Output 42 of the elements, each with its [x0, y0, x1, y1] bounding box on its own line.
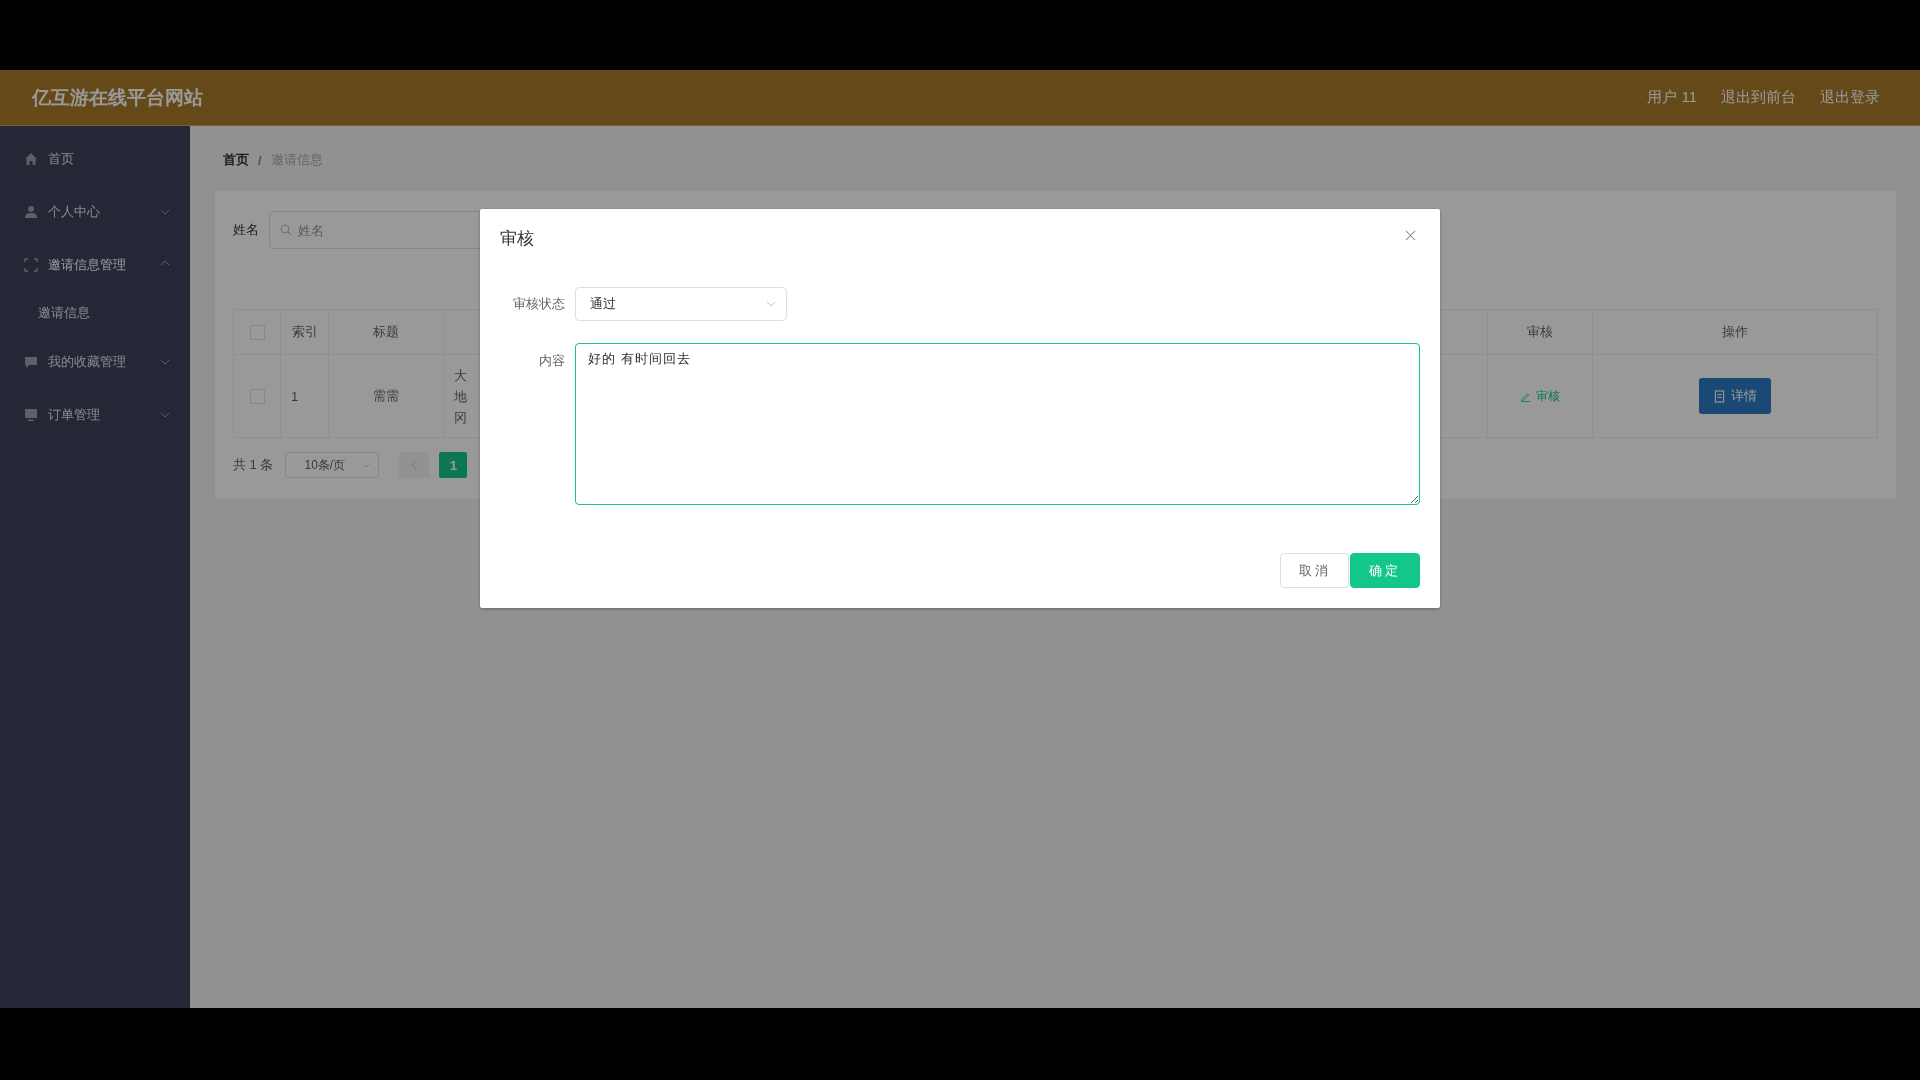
breadcrumb-item[interactable]: 首页: [223, 151, 249, 169]
header-link[interactable]: 退出登录: [1820, 88, 1880, 107]
menu-item[interactable]: 邀请信息管理: [0, 238, 190, 291]
monitor-icon: [24, 407, 38, 422]
header-link[interactable]: 用户 11: [1647, 88, 1697, 107]
submenu-item[interactable]: 邀请信息: [0, 291, 190, 335]
menu-item[interactable]: 订单管理: [0, 388, 190, 441]
site-title: 亿互游在线平台网站: [32, 85, 203, 110]
search-label: 姓名: [233, 221, 259, 239]
detail-button[interactable]: 详情: [1699, 378, 1771, 414]
frame-icon: [24, 257, 38, 272]
table-cell: 1: [280, 354, 329, 438]
user-icon: [24, 204, 38, 219]
document-icon: [1713, 389, 1725, 403]
column-header: 审核: [1487, 309, 1593, 355]
cancel-button[interactable]: 取消: [1280, 553, 1349, 588]
chevron-down-icon: [362, 462, 371, 468]
column-header: 操作: [1592, 309, 1878, 355]
column-header: 索引: [280, 309, 329, 355]
total-count: 共 1 条: [233, 456, 274, 474]
close-icon[interactable]: [1405, 229, 1416, 241]
table-cell: 需需: [328, 354, 444, 438]
search-icon: [280, 224, 292, 236]
chevron-left-icon: [411, 460, 418, 470]
pen-icon: [1520, 390, 1531, 402]
home-icon: [24, 151, 38, 166]
dialog-title: 审核: [500, 227, 534, 250]
menu-item[interactable]: 首页: [0, 132, 190, 185]
previous-page-button[interactable]: [399, 452, 430, 478]
column-header: 标题: [328, 309, 444, 355]
form-label: 内容: [538, 352, 566, 370]
header-link[interactable]: 退出到前台: [1721, 88, 1796, 107]
breadcrumb-separator: /: [258, 152, 262, 168]
content-textarea[interactable]: 好的 有时间回去: [575, 343, 1420, 505]
table-cell-text: 大 地 冈: [454, 366, 467, 427]
chevron-down-icon: [766, 301, 776, 307]
menu-item[interactable]: 我的收藏管理: [0, 335, 190, 388]
page-size-select[interactable]: 10条/页: [285, 452, 380, 478]
menu-item[interactable]: 个人中心: [0, 185, 190, 238]
chat-icon: [24, 354, 38, 369]
status-select[interactable]: 通过: [575, 287, 787, 321]
form-label: 审核状态: [512, 295, 566, 313]
